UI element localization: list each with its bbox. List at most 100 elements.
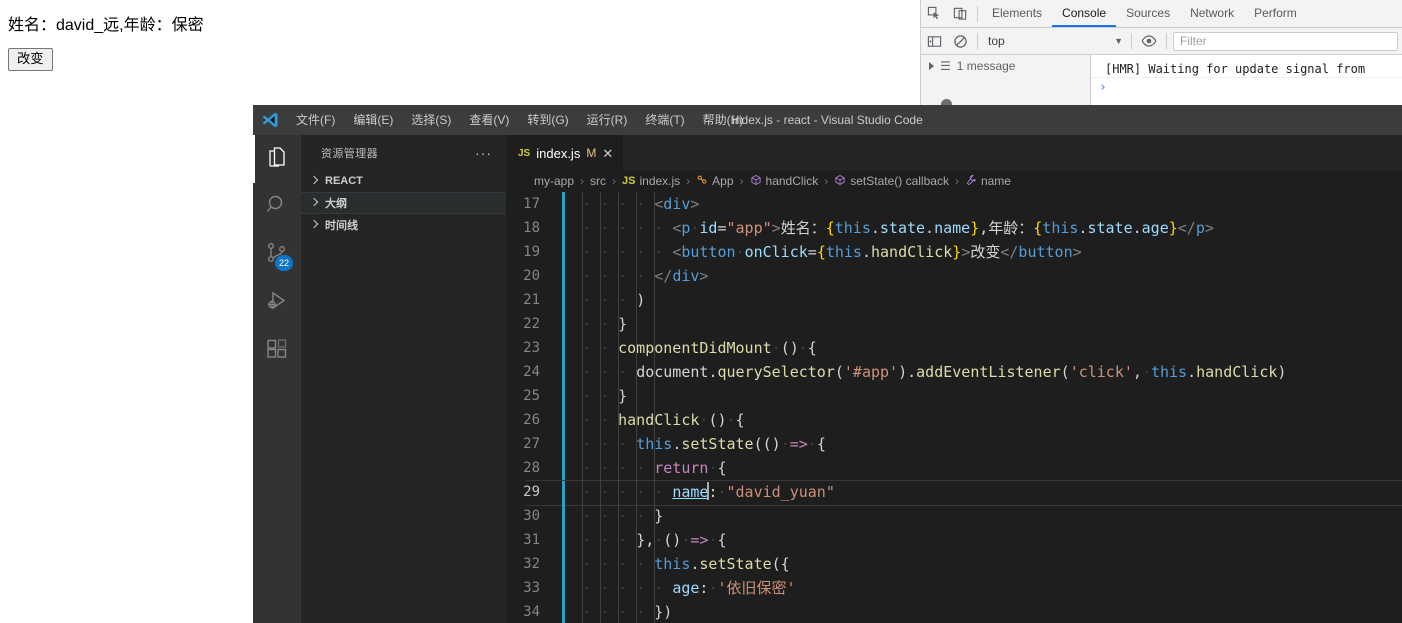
indent-whitespace: ·: [600, 291, 619, 309]
code-token: ·: [798, 339, 808, 357]
close-icon[interactable]: ✕: [602, 147, 613, 160]
activity-bar-item-extensions[interactable]: [253, 327, 301, 375]
devtools-tab-console[interactable]: Console: [1052, 0, 1116, 27]
devtools-tab-sources[interactable]: Sources: [1116, 0, 1180, 27]
menu-item-run[interactable]: 运行(R): [578, 105, 637, 135]
activity-bar-item-search[interactable]: [253, 183, 301, 231]
sidebar-section-react[interactable]: REACT: [301, 170, 506, 192]
code-token: 改变: [970, 243, 1001, 261]
code-token: >: [771, 219, 781, 237]
code-line-text: · · · · <div>: [554, 192, 699, 216]
menu-item-terminal[interactable]: 终端(T): [636, 105, 693, 135]
breadcrumb-separator: ›: [686, 174, 691, 188]
toolbar-divider: [977, 5, 978, 22]
breadcrumb-item-app[interactable]: App: [696, 174, 734, 189]
code-line[interactable]: 23 · · componentDidMount·()·{: [506, 336, 1402, 360]
breadcrumb-item-src[interactable]: src: [590, 174, 606, 188]
sidebar-section-timeline[interactable]: 时间线: [301, 214, 506, 236]
code-token: >: [961, 243, 971, 261]
code-line[interactable]: 24 · · · document.querySelector('#app').a…: [506, 360, 1402, 384]
code-token: '#app': [843, 363, 899, 381]
code-token: >: [1072, 243, 1082, 261]
devtools-tab-performance[interactable]: Perform: [1244, 0, 1307, 27]
activity-bar-item-explorer[interactable]: [253, 135, 301, 183]
devtools-tab-network[interactable]: Network: [1180, 0, 1244, 27]
expand-triangle-icon[interactable]: [929, 62, 934, 70]
property-symbol-icon: [965, 174, 977, 189]
code-token: }: [618, 315, 628, 333]
code-editor[interactable]: 17 · · · · <div> 18 · · · · · <p·id="app">姓…: [506, 192, 1402, 623]
execution-context-selector[interactable]: top ▼: [982, 32, 1127, 51]
code-token: ): [636, 291, 646, 309]
code-line[interactable]: 17 · · · · <div>: [506, 192, 1402, 216]
console-sidebar-message-group[interactable]: ☰ 1 message: [921, 55, 1090, 73]
activity-bar: 22: [253, 135, 301, 623]
activity-bar-item-source-control[interactable]: 22: [253, 231, 301, 279]
code-line[interactable]: 27 · · · this.setState(()·=>·{: [506, 432, 1402, 456]
code-token: (): [780, 339, 799, 357]
code-line-text: · · · },·()·=>·{: [554, 528, 727, 552]
code-line[interactable]: 20 · · · · </div>: [506, 264, 1402, 288]
editor-tab-index-js[interactable]: JS index.js M ✕: [506, 135, 624, 170]
code-token: }: [952, 243, 962, 261]
clear-console-icon[interactable]: [947, 28, 973, 54]
change-button[interactable]: 改变: [8, 48, 53, 71]
devtools-tab-elements[interactable]: Elements: [982, 0, 1052, 27]
menu-item-help[interactable]: 帮助(H): [694, 105, 753, 135]
code-token: ): [898, 363, 908, 381]
indent-whitespace: ·: [582, 267, 601, 285]
live-expression-icon[interactable]: [1136, 28, 1162, 54]
code-line[interactable]: 18 · · · · · <p·id="app">姓名：{this.state.n…: [506, 216, 1402, 240]
method-symbol-icon: [834, 174, 846, 189]
more-actions-icon[interactable]: ···: [475, 145, 492, 161]
menu-item-file[interactable]: 文件(F): [287, 105, 344, 135]
code-line[interactable]: 26 · · handClick·()·{: [506, 408, 1402, 432]
code-token: </: [1000, 243, 1019, 261]
vscode-main: 22 资源管理器 ··· REACT 大纲 时间线 JS index.js M …: [253, 135, 1402, 623]
code-line[interactable]: 30 · · · · }: [506, 504, 1402, 528]
breadcrumb-item-setstate-callback[interactable]: setState() callback: [834, 174, 949, 189]
code-line[interactable]: 19 · · · · · <button·onClick={this.handCl…: [506, 240, 1402, 264]
console-log-area[interactable]: [HMR] Waiting for update signal from ›: [1091, 55, 1402, 107]
menu-item-selection[interactable]: 选择(S): [402, 105, 460, 135]
console-prompt-icon[interactable]: ›: [1091, 78, 1402, 95]
code-token: ·: [1141, 363, 1151, 381]
indent-whitespace: ·: [600, 579, 619, 597]
modified-indicator: M: [586, 146, 597, 160]
devtools-panel: Elements Console Sources Network Perform: [920, 0, 1402, 108]
toolbar-divider-4: [1166, 33, 1167, 49]
breadcrumb-item-index-js[interactable]: JS index.js: [622, 174, 680, 188]
breadcrumb-item-handclick[interactable]: handClick: [750, 174, 818, 189]
code-line[interactable]: 33 · · · · · age:·'依旧保密': [506, 576, 1402, 600]
code-token: this: [1042, 219, 1079, 237]
line-number: 20: [523, 268, 540, 284]
code-line[interactable]: 22 · · }: [506, 312, 1402, 336]
sidebar-section-outline[interactable]: 大纲: [301, 192, 506, 214]
code-token: ({: [771, 555, 790, 573]
activity-bar-item-run-debug[interactable]: [253, 279, 301, 327]
breadcrumb-separator: ›: [580, 174, 585, 188]
code-line[interactable]: 34 · · · · }): [506, 600, 1402, 623]
console-filter-input[interactable]: Filter: [1173, 31, 1398, 51]
indent-guide: [654, 192, 656, 623]
menu-item-go[interactable]: 转到(G): [518, 105, 577, 135]
device-toolbar-icon[interactable]: [947, 1, 973, 27]
code-line[interactable]: 25 · · }: [506, 384, 1402, 408]
breadcrumb-item-name[interactable]: name: [965, 174, 1011, 189]
code-line[interactable]: 31 · · · },·()·=>·{: [506, 528, 1402, 552]
code-token: ·: [780, 435, 790, 453]
breadcrumb-item-my-app[interactable]: my-app: [534, 174, 574, 188]
code-line[interactable]: 29 · · · · · name:·"david_yuan": [506, 480, 1402, 506]
indent-whitespace: ·: [600, 243, 619, 261]
menu-item-edit[interactable]: 编辑(E): [344, 105, 402, 135]
code-line[interactable]: 32 · · · · this.setState({: [506, 552, 1402, 576]
indent-whitespace: ·: [654, 483, 673, 501]
code-line[interactable]: 28 · · · · return·{: [506, 456, 1402, 480]
console-sidebar-toggle-icon[interactable]: [921, 28, 947, 54]
inspect-element-icon[interactable]: [921, 1, 947, 27]
code-token: button: [1018, 243, 1073, 261]
code-token: "app": [726, 219, 772, 237]
menu-item-view[interactable]: 查看(V): [460, 105, 518, 135]
code-token: {: [735, 411, 745, 429]
code-line[interactable]: 21 · · · ): [506, 288, 1402, 312]
